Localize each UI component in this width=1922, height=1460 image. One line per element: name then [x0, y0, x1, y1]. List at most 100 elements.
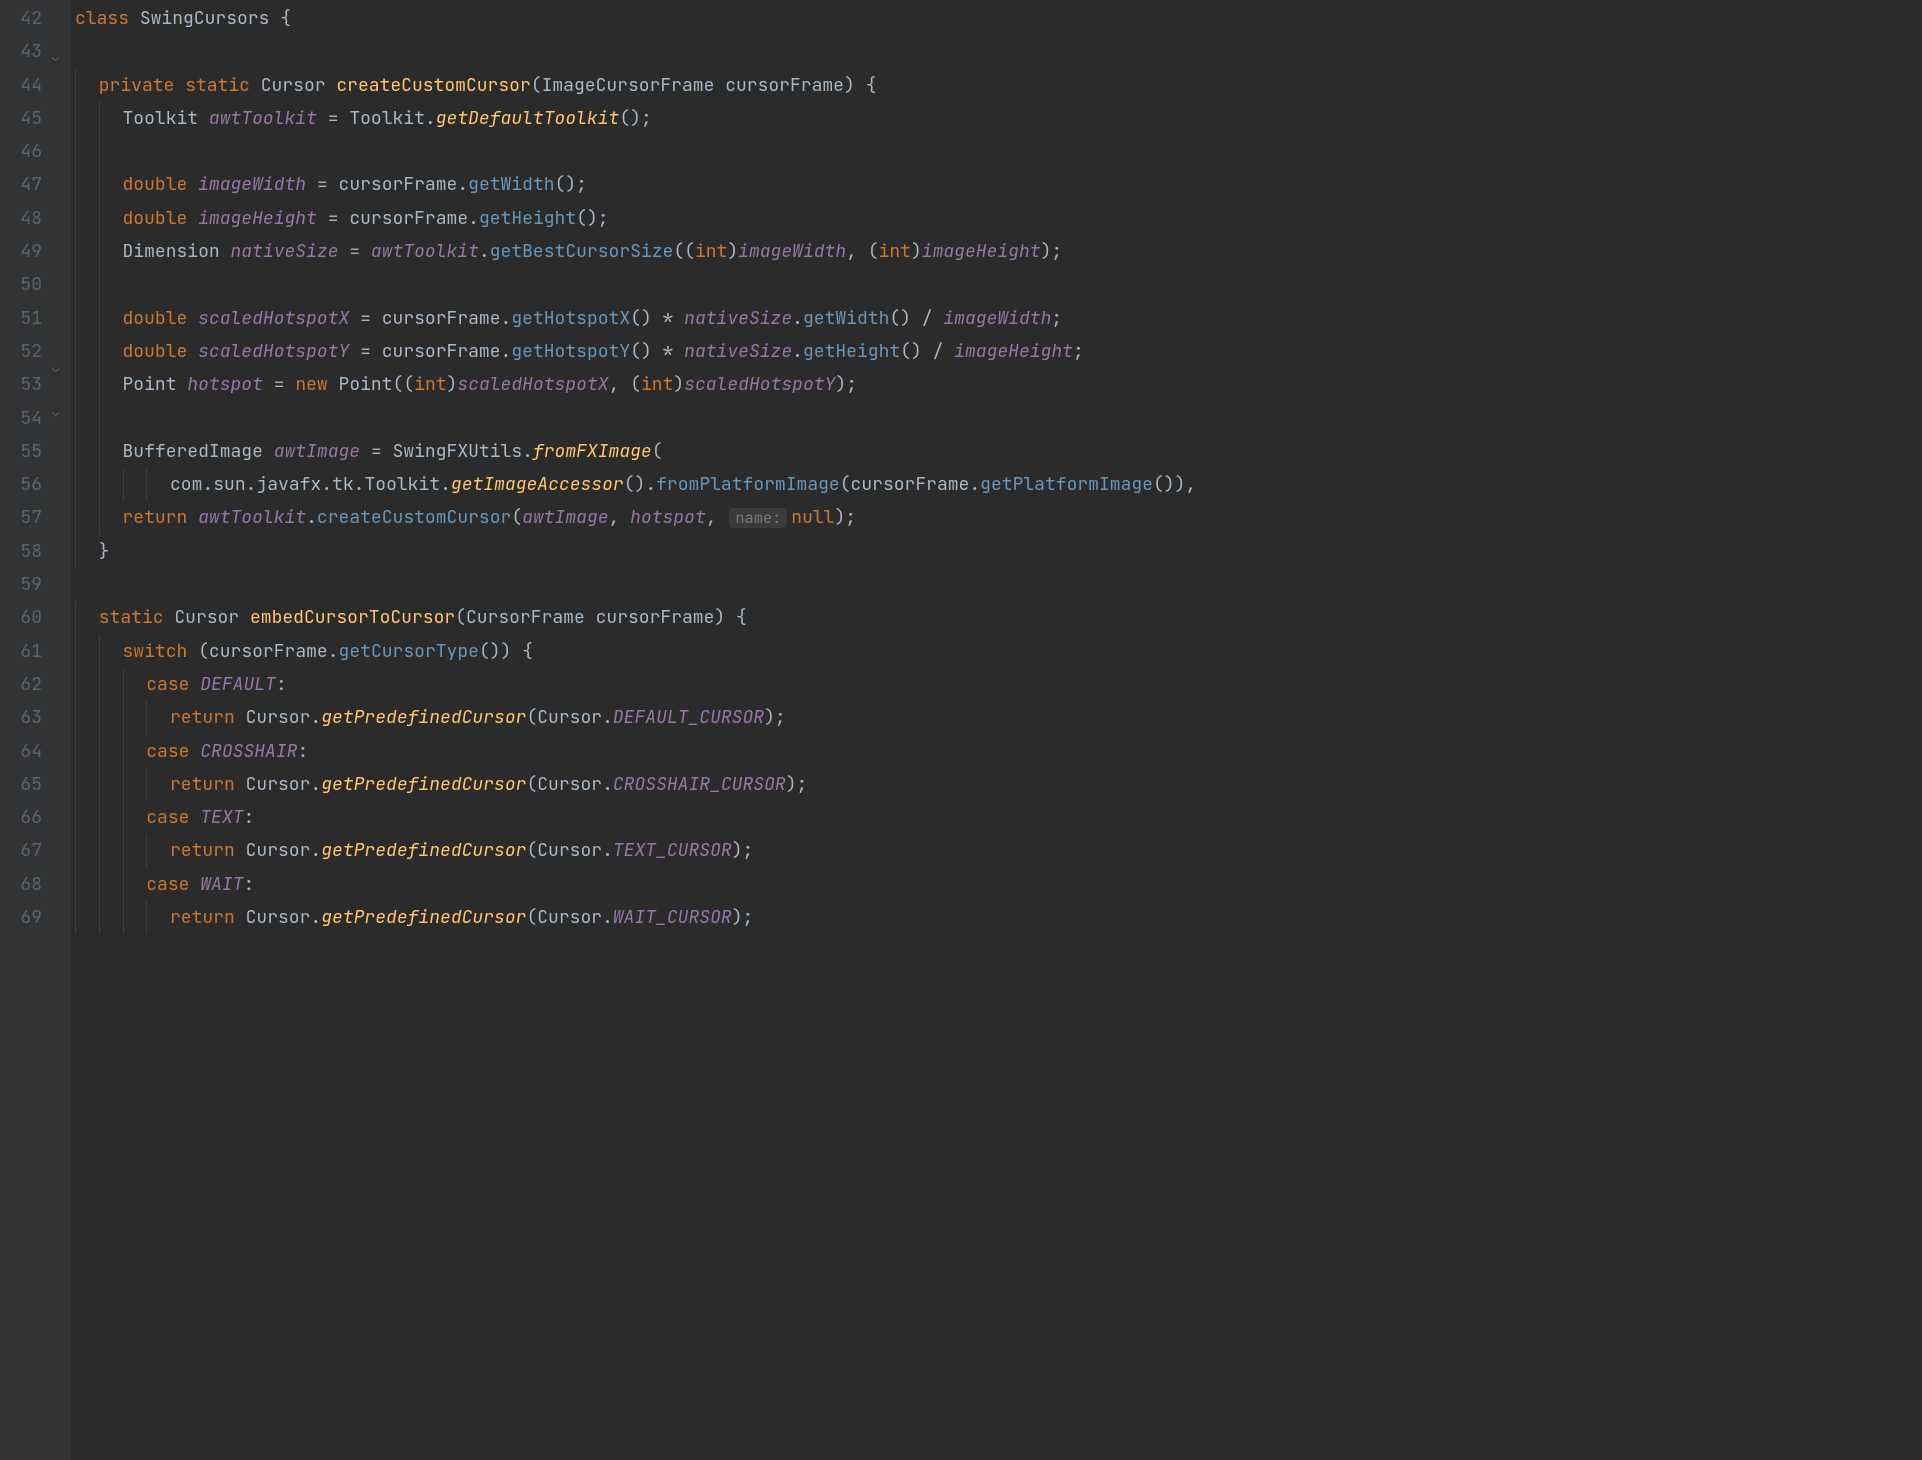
- code-line[interactable]: case DEFAULT:: [75, 668, 1196, 701]
- code-line[interactable]: private static Cursor createCustomCursor…: [75, 69, 1196, 102]
- code-line[interactable]: BufferedImage awtImage = SwingFXUtils.fr…: [75, 435, 1196, 468]
- code-token: ().: [624, 468, 656, 501]
- indent-guide: [75, 801, 76, 834]
- line-number[interactable]: 60@: [6, 601, 42, 634]
- line-number[interactable]: 68: [6, 868, 42, 901]
- indent-guide: [75, 102, 76, 135]
- indent-guide: [75, 834, 76, 867]
- line-number[interactable]: 47: [6, 168, 42, 201]
- line-number[interactable]: 63: [6, 701, 42, 734]
- code-token: BufferedImage: [123, 435, 274, 468]
- line-number[interactable]: 54: [6, 402, 42, 435]
- line-number[interactable]: 58: [6, 535, 42, 568]
- code-token: , (: [609, 368, 641, 401]
- code-token: awtToolkit: [371, 235, 479, 268]
- line-number[interactable]: 46: [6, 135, 42, 168]
- code-token: ();: [576, 202, 608, 235]
- line-number[interactable]: 48: [6, 202, 42, 235]
- code-line[interactable]: [75, 135, 1196, 168]
- code-token: =: [306, 168, 338, 201]
- line-number-text: 59: [20, 568, 42, 601]
- code-token: case: [146, 801, 200, 834]
- line-number[interactable]: 43: [6, 35, 42, 68]
- fold-toggle-icon[interactable]: ⌄: [52, 406, 59, 418]
- code-token: Cursor: [261, 69, 337, 102]
- line-number[interactable]: 56: [6, 468, 42, 501]
- line-number[interactable]: 66: [6, 801, 42, 834]
- indent-guide: [123, 801, 124, 834]
- indent-guide: [75, 202, 76, 235]
- fold-toggle-icon[interactable]: ⌄: [52, 51, 59, 63]
- code-line[interactable]: [75, 568, 1196, 601]
- code-line[interactable]: return Cursor.getPredefinedCursor(Cursor…: [75, 701, 1196, 734]
- code-token: cursorFrame: [382, 302, 501, 335]
- line-number-gutter[interactable]: 424344@45464748495051525354555657585960@…: [0, 0, 50, 1460]
- line-number[interactable]: 57: [6, 501, 42, 534]
- indent-guide: [99, 302, 100, 335]
- code-token: awtImage: [522, 501, 608, 534]
- line-number[interactable]: 59: [6, 568, 42, 601]
- code-line[interactable]: case TEXT:: [75, 801, 1196, 834]
- line-number-text: 56: [20, 468, 42, 501]
- line-number[interactable]: 52: [6, 335, 42, 368]
- line-number[interactable]: 44@: [6, 69, 42, 102]
- line-number[interactable]: 67: [6, 834, 42, 867]
- line-number-text: 47: [20, 168, 42, 201]
- code-line[interactable]: return Cursor.getPredefinedCursor(Cursor…: [75, 901, 1196, 934]
- line-number[interactable]: 62: [6, 668, 42, 701]
- line-number[interactable]: 42: [6, 2, 42, 35]
- code-line[interactable]: Toolkit awtToolkit = Toolkit.getDefaultT…: [75, 102, 1196, 135]
- line-number[interactable]: 45: [6, 102, 42, 135]
- code-token: nativeSize: [684, 335, 792, 368]
- code-line[interactable]: case CROSSHAIR:: [75, 735, 1196, 768]
- indent-guide: [99, 235, 100, 268]
- line-number-text: 63: [20, 701, 42, 734]
- code-token: ();: [619, 102, 651, 135]
- line-number[interactable]: 53: [6, 368, 42, 401]
- code-line[interactable]: Point hotspot = new Point((int)scaledHot…: [75, 368, 1196, 401]
- code-line[interactable]: [75, 268, 1196, 301]
- indent-guide: [99, 435, 100, 468]
- code-line[interactable]: double imageWidth = cursorFrame.getWidth…: [75, 168, 1196, 201]
- line-number[interactable]: 69: [6, 901, 42, 934]
- code-line[interactable]: switch (cursorFrame.getCursorType()) {: [75, 635, 1196, 668]
- code-line[interactable]: com.sun.javafx.tk.Toolkit.getImageAccess…: [75, 468, 1196, 501]
- code-token: ): [673, 368, 684, 401]
- line-number[interactable]: 61: [6, 635, 42, 668]
- code-line[interactable]: [75, 402, 1196, 435]
- code-line[interactable]: class SwingCursors {: [75, 2, 1196, 35]
- code-line[interactable]: double scaledHotspotY = cursorFrame.getH…: [75, 335, 1196, 368]
- fold-toggle-icon[interactable]: ⌄: [52, 362, 59, 374]
- code-line[interactable]: static Cursor embedCursorToCursor(Cursor…: [75, 601, 1196, 634]
- code-line[interactable]: double scaledHotspotX = cursorFrame.getH…: [75, 302, 1196, 335]
- indent-guide: [123, 468, 124, 501]
- line-number[interactable]: 64: [6, 735, 42, 768]
- code-area[interactable]: class SwingCursors { private static Curso…: [71, 0, 1196, 1460]
- code-token: scaledHotspotY: [684, 368, 835, 401]
- code-line[interactable]: Dimension nativeSize = awtToolkit.getBes…: [75, 235, 1196, 268]
- code-token: cursorFrame: [209, 635, 328, 668]
- code-line[interactable]: double imageHeight = cursorFrame.getHeig…: [75, 202, 1196, 235]
- code-token: awtToolkit: [198, 501, 306, 534]
- code-line[interactable]: return Cursor.getPredefinedCursor(Cursor…: [75, 834, 1196, 867]
- line-number[interactable]: 50: [6, 268, 42, 301]
- indent-guide: [99, 368, 100, 401]
- indent-guide: [75, 468, 76, 501]
- code-line[interactable]: }: [75, 535, 1196, 568]
- line-number[interactable]: 55: [6, 435, 42, 468]
- code-editor[interactable]: 424344@45464748495051525354555657585960@…: [0, 0, 1922, 1460]
- code-line[interactable]: [75, 35, 1196, 68]
- line-number[interactable]: 65: [6, 768, 42, 801]
- line-number[interactable]: 49: [6, 235, 42, 268]
- fold-column[interactable]: ⌄ ⌄ ⌄: [50, 0, 71, 1460]
- line-number-text: 49: [20, 235, 42, 268]
- code-token: , (: [846, 235, 878, 268]
- code-line[interactable]: return awtToolkit.createCustomCursor(awt…: [75, 501, 1196, 534]
- line-number[interactable]: 51: [6, 302, 42, 335]
- indent-guide: [99, 635, 100, 668]
- indent-guide: [99, 868, 100, 901]
- line-number-text: 51: [20, 302, 42, 335]
- code-token: Toolkit: [123, 102, 209, 135]
- code-line[interactable]: return Cursor.getPredefinedCursor(Cursor…: [75, 768, 1196, 801]
- code-line[interactable]: case WAIT:: [75, 868, 1196, 901]
